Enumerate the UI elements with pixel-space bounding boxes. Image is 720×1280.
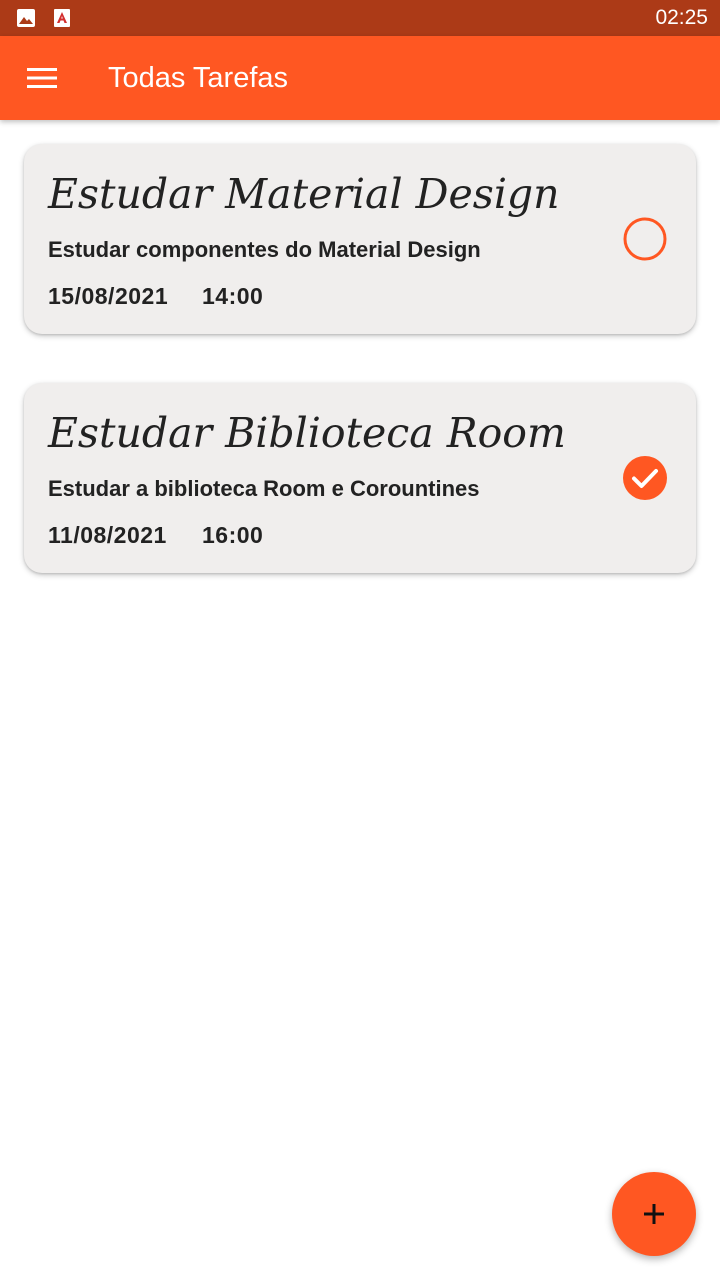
task-title: Estudar Biblioteca Room <box>48 409 566 457</box>
hamburger-menu-icon[interactable] <box>22 62 62 94</box>
task-description: Estudar componentes do Material Design <box>48 237 481 262</box>
task-date: 15/08/2021 <box>48 283 169 309</box>
image-icon <box>16 8 36 28</box>
task-card[interactable]: Estudar Material Design Estudar componen… <box>24 144 696 334</box>
unchecked-circle-icon[interactable] <box>622 216 668 262</box>
page-title: Todas Tarefas <box>108 62 289 94</box>
task-card[interactable]: Estudar Biblioteca Room Estudar a biblio… <box>24 383 696 573</box>
status-bar: 02:25 <box>0 0 720 36</box>
task-title: Estudar Material Design <box>48 170 560 218</box>
task-time: 16:00 <box>202 522 264 548</box>
add-task-button[interactable] <box>612 1172 696 1256</box>
task-description: Estudar a biblioteca Room e Corountines <box>48 476 480 501</box>
pdf-app-icon <box>52 8 72 28</box>
status-time: 02:25 <box>655 6 708 29</box>
task-time: 14:00 <box>202 283 264 309</box>
plus-icon <box>644 1204 664 1224</box>
check-circle-icon[interactable] <box>622 455 668 501</box>
app-bar: Todas Tarefas <box>0 36 720 120</box>
task-date: 11/08/2021 <box>48 522 167 548</box>
